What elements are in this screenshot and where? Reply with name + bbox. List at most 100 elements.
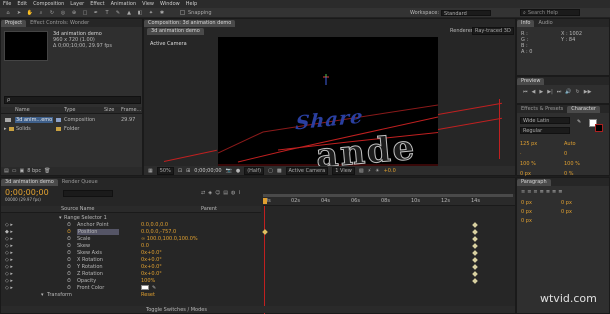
property-row-selected[interactable]: ◆ ▸ ⏱ Position 0.0,0.0,-757.0 [1,228,517,235]
align-right-icon[interactable]: ≡ [533,189,537,195]
indent-right-value[interactable]: 0 px [561,200,601,206]
keyframe-nav-icon[interactable]: ◇ ▸ [5,285,13,291]
property-row[interactable]: ◇ ▸ ⏱ Skew 0.0 [1,242,517,249]
vertical-scale-value[interactable]: 100 % [520,161,564,167]
transparency-icon[interactable]: ▩ [277,168,282,174]
col-type[interactable]: Type [64,107,75,113]
space-before-value[interactable]: 0 px [521,209,561,215]
project-item-comp[interactable]: 3d anim...emo Composition 29.97 [1,116,142,123]
time-ruler[interactable]: 0s 02s 04s 06s 08s 10s 12s 14s [263,194,515,206]
property-row[interactable]: ◇ ▸ ⏱ Z Rotation 0x+0.0° [1,270,517,277]
comp-viewport[interactable]: Share ande [218,37,438,170]
property-row[interactable]: ◇ ▸ ⏱ Opacity 100% [1,277,517,284]
grid-icon[interactable]: ▦ [148,168,153,174]
search-help-input[interactable]: ⌕ Search Help [520,9,580,16]
property-row[interactable]: ◇ ▸ ⏱ Skew Axis 0x+0.0° [1,249,517,256]
tab-paragraph[interactable]: Paragraph [517,178,551,186]
play-icon[interactable]: ▶ [539,89,543,95]
col-frame[interactable]: Frame... [121,107,141,113]
tab-render-queue[interactable]: Render Queue [58,179,102,186]
comp-subtab[interactable]: 3d animation demo [147,27,204,35]
next-frame-icon[interactable]: ▶| [547,89,553,95]
menu-animation[interactable]: Animation [111,1,137,7]
tab-preview[interactable]: Preview [517,77,545,85]
property-row[interactable]: ▾ Range Selector 1 [1,214,517,221]
justify-right-icon[interactable]: ≣ [552,189,556,195]
pan-behind-icon[interactable]: ⊕ [70,9,78,16]
col-size[interactable]: Size [104,107,114,113]
menu-composition[interactable]: Composition [33,1,64,7]
menu-layer[interactable]: Layer [70,1,84,7]
font-family-select[interactable]: Wide Latin [520,117,570,124]
align-center-icon[interactable]: ≡ [527,189,531,195]
tab-character[interactable]: Character [567,105,600,113]
col-source-name[interactable]: Source Name [61,206,95,212]
kerning-value[interactable]: · [520,151,564,157]
property-row[interactable]: ◇ ▸ ⏱ Scale ∞ 100.0,100.0,100.0% [1,235,517,242]
renderer-select[interactable]: Ray-traced 3D [472,27,514,35]
hide-shy-icon[interactable]: ☺ [215,190,220,196]
new-comp-icon[interactable]: ▣ [19,168,24,174]
project-search-input[interactable]: ρ [4,96,141,104]
align-left-icon[interactable]: ≡ [521,189,525,195]
keyframe-nav-icon[interactable]: ◇ ▸ [5,236,13,242]
leading-value[interactable]: Auto [564,141,608,147]
col-parent[interactable]: Parent [201,206,217,212]
tab-timeline-comp[interactable]: 3d animation demo [1,178,58,186]
stopwatch-icon[interactable]: ⏱ [67,236,71,242]
property-value[interactable]: ∞ 100.0,100.0,100.0% [141,236,198,242]
project-item-folder[interactable]: ▸ Solids Folder [1,125,142,132]
property-value[interactable]: 0.0 [141,243,149,249]
stroke-color-swatch[interactable] [595,124,603,132]
new-folder-icon[interactable]: ▭ [12,168,17,174]
stopwatch-icon[interactable]: ⏱ [67,222,71,228]
current-time-indicator[interactable] [263,198,267,204]
ram-preview-icon[interactable]: ▶▶ [584,89,592,95]
property-value[interactable]: 0x+0.0° [141,257,162,263]
font-style-select[interactable]: Regular [520,127,570,134]
comp-mini-flowchart-icon[interactable]: ⇄ [201,190,205,196]
roto-tool-icon[interactable]: ✦ [147,9,155,16]
justify-left-icon[interactable]: ≣ [540,189,544,195]
audio-icon[interactable]: 🔊 [565,89,571,95]
rotate-tool-icon[interactable]: ↻ [48,9,56,16]
menu-view[interactable]: View [142,1,154,7]
fast-preview-icon[interactable]: ⚡ [368,168,372,174]
eyedropper-icon[interactable]: ✎ [152,285,156,291]
camera-tool-icon[interactable]: ◎ [59,9,67,16]
col-name[interactable]: Name [15,107,30,113]
space-after-value[interactable]: 0 px [521,218,561,224]
snapping-checkbox[interactable] [180,10,185,15]
property-row[interactable]: ◇ ▸ ⏱ Front Color ✎ [1,284,517,291]
home-icon[interactable]: ⌂ [4,9,12,16]
property-value[interactable]: 0x+0.0° [141,271,162,277]
prev-frame-icon[interactable]: ◀ [532,89,536,95]
title-safe-icon[interactable]: ⊞ [186,168,190,174]
expand-arrow-icon[interactable]: ▾ [59,215,62,221]
expand-arrow-icon[interactable]: ▾ [41,292,44,298]
stamp-tool-icon[interactable]: ▲ [125,9,133,16]
snapshot-icon[interactable]: 📷 [226,168,232,174]
tab-composition[interactable]: Composition: 3d animation demo [144,19,236,27]
menu-edit[interactable]: Edit [17,1,27,7]
toggle-switches-modes-button[interactable]: Toggle Switches / Modes [146,307,207,313]
indent-left-value[interactable]: 0 px [521,200,561,206]
timeline-timecode[interactable]: 0;00;00;00 [5,188,49,197]
property-value[interactable]: 0.0,0.0,-757.0 [141,229,176,235]
keyframe-nav-icon[interactable]: ◇ ▸ [5,250,13,256]
keyframe-nav-icon[interactable]: ◇ ▸ [5,278,13,284]
toggle-pixel-icon[interactable]: ▧ [359,168,364,174]
keyframe-nav-icon[interactable]: ◇ ▸ [5,222,13,228]
puppet-tool-icon[interactable]: ✱ [158,9,166,16]
keyframe-nav-icon[interactable]: ◇ ▸ [5,243,13,249]
selection-tool-icon[interactable]: ➤ [15,9,23,16]
delete-icon[interactable]: 🗑 [44,168,50,174]
views-select[interactable]: 1 View [332,166,355,175]
property-value[interactable]: 100% [141,278,155,284]
camera-select[interactable]: Active Camera [285,166,329,175]
viewer-timecode[interactable]: 0;00;00;00 [194,168,221,174]
show-channel-icon[interactable]: ● [236,168,240,174]
property-row[interactable]: ◇ ▸ ⏱ Y Rotation 0x+0.0° [1,263,517,270]
tab-effects-presets[interactable]: Effects & Presets [517,106,567,113]
zoom-tool-icon[interactable]: ⌕ [37,9,45,16]
